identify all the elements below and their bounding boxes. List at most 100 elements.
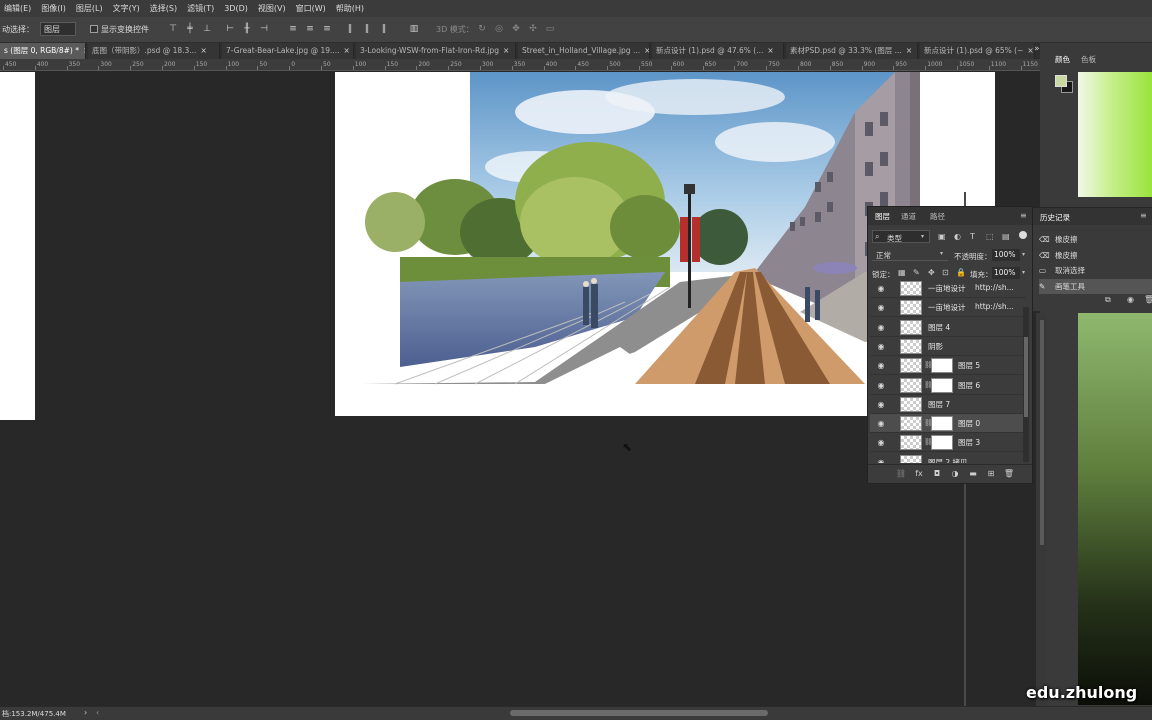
document-tab[interactable]: 新点设计 (1).psd @ 47.6% (... × [652, 43, 784, 59]
layer-name[interactable]: 图层 2 拷贝 [928, 457, 968, 463]
panel-menu-icon[interactable]: ≡ [1140, 211, 1147, 220]
eye-icon[interactable]: ◉ [876, 323, 886, 332]
close-icon[interactable]: × [767, 46, 773, 55]
layer-row[interactable]: ◉ 一亩地设计 http://sh... [870, 279, 1026, 298]
tab-channels[interactable]: 通道 [901, 211, 916, 222]
horizontal-scrollbar-thumb[interactable] [510, 710, 768, 716]
auto-align-icon[interactable]: ▥ [408, 23, 420, 35]
lock-artboard-icon[interactable]: ⊡ [942, 268, 949, 277]
document-tab[interactable]: 3-Looking-WSW-from-Flat-Iron-Rd.jpg × [356, 43, 516, 59]
layer-row[interactable]: ◉ 阴影 [870, 337, 1026, 356]
show-transform-checkbox[interactable] [90, 25, 98, 33]
layer-row[interactable]: ◉ ⛓ 图层 5 [870, 356, 1026, 376]
filter-adjustment-icon[interactable]: ◐ [954, 232, 961, 241]
status-menu-arrow-icon[interactable]: › [84, 708, 87, 717]
delete-layer-icon[interactable]: 🗑 [1003, 469, 1015, 478]
chevron-down-icon[interactable]: ▾ [1022, 251, 1025, 258]
3d-scale-icon[interactable]: ▭ [544, 23, 556, 35]
new-document-from-state-icon[interactable]: ⧉ [1105, 295, 1111, 305]
history-panel-title[interactable]: 历史记录 [1040, 212, 1070, 223]
distribute-bottom-icon[interactable]: ≡ [321, 23, 333, 35]
layer-name[interactable]: 图层 5 [958, 360, 980, 371]
document-canvas-left[interactable] [0, 72, 35, 420]
align-bottom-icon[interactable]: ⊥ [201, 23, 213, 35]
3d-slide-icon[interactable]: ✣ [527, 23, 539, 35]
menu-item[interactable]: 滤镜(T) [187, 3, 214, 14]
color-swatches[interactable] [1055, 75, 1073, 93]
eye-icon[interactable]: ◉ [876, 400, 886, 409]
foreground-color-swatch[interactable] [1055, 75, 1067, 87]
lock-all-icon[interactable]: 🔒 [956, 268, 966, 277]
tab-paths[interactable]: 路径 [930, 211, 945, 222]
panel-scrollbar-thumb[interactable] [1040, 320, 1044, 545]
panel-menu-icon[interactable]: ≡ [1020, 211, 1027, 220]
filter-pixel-icon[interactable]: ▣ [938, 232, 946, 241]
close-icon[interactable]: × [83, 46, 85, 55]
layer-row[interactable]: ◉ ⛓ 图层 3 [870, 433, 1026, 453]
close-icon[interactable]: × [200, 46, 206, 55]
layer-mask-thumbnail[interactable] [931, 416, 953, 432]
menu-item[interactable]: 帮助(H) [336, 3, 364, 14]
layer-name[interactable]: 一亩地设计 [928, 302, 966, 313]
document-tab[interactable]: 新点设计 (1).psd @ 65% (~ × [920, 43, 1035, 59]
eye-icon[interactable]: ◉ [876, 361, 886, 370]
align-right-icon[interactable]: ⊣ [258, 23, 270, 35]
eye-icon[interactable]: ◉ [876, 303, 886, 312]
menu-item[interactable]: 选择(S) [150, 3, 177, 14]
layer-thumbnail[interactable] [900, 396, 922, 412]
layer-name[interactable]: 阴影 [928, 341, 943, 352]
layer-thumbnail[interactable] [900, 435, 922, 451]
delete-state-icon[interactable]: 🗑 [1144, 295, 1152, 304]
tab-color[interactable]: 颜色 [1055, 54, 1070, 65]
layer-mask-thumbnail[interactable] [931, 435, 953, 451]
blend-mode-dropdown[interactable]: 正常 ▾ [872, 248, 948, 261]
tab-swatches[interactable]: 色板 [1081, 54, 1096, 65]
eye-icon[interactable]: ◉ [876, 342, 886, 351]
close-icon[interactable]: × [344, 46, 350, 55]
layer-row[interactable]: ◉ 一亩地设计 http://sh... [870, 298, 1026, 318]
menu-item[interactable]: 视图(V) [258, 3, 286, 14]
layers-scrollbar-thumb[interactable] [1024, 337, 1028, 417]
layer-name[interactable]: 图层 3 [958, 437, 980, 448]
menu-item[interactable]: 窗口(W) [296, 3, 326, 14]
close-icon[interactable]: × [503, 46, 509, 55]
layer-thumbnail[interactable] [900, 416, 922, 432]
document-tab[interactable]: 素材PSD.psd @ 33.3% (图层 ... × [786, 43, 918, 59]
eye-icon[interactable]: ◉ [876, 381, 886, 390]
history-state[interactable]: ✎ 画笔工具 [1039, 278, 1152, 294]
scroll-left-arrow-icon[interactable]: ‹ [96, 708, 99, 717]
align-vcenter-icon[interactable]: ╪ [184, 23, 196, 35]
eye-icon[interactable]: ◉ [876, 458, 886, 463]
distribute-left-icon[interactable]: ‖ [344, 23, 356, 35]
history-state[interactable]: ⌫ 橡皮擦 [1039, 248, 1152, 263]
lock-position-icon[interactable]: ✥ [928, 268, 935, 277]
menu-item[interactable]: 编辑(E) [4, 3, 31, 14]
menu-item[interactable]: 图层(L) [76, 3, 103, 14]
layer-mask-thumbnail[interactable] [931, 358, 953, 374]
layer-thumbnail[interactable] [900, 300, 922, 316]
opacity-input[interactable]: 100% [992, 249, 1020, 261]
close-icon[interactable]: × [906, 46, 912, 55]
close-icon[interactable]: × [1027, 46, 1033, 55]
document-tab[interactable]: s (图层 0, RGB/8#) * × [0, 43, 86, 59]
layer-name[interactable]: 图层 6 [958, 380, 980, 391]
eye-icon[interactable]: ◉ [876, 419, 886, 428]
tab-layers[interactable]: 图层 [875, 211, 890, 222]
3d-rotate-icon[interactable]: ↻ [476, 23, 488, 35]
snapshot-icon[interactable]: ◉ [1127, 295, 1134, 304]
layer-row[interactable]: ◉ ⛓ 图层 0 [870, 414, 1026, 434]
new-layer-icon[interactable]: ⊞ [985, 469, 997, 478]
color-gradient-ramp[interactable] [1078, 313, 1152, 705]
3d-roll-icon[interactable]: ◎ [493, 23, 505, 35]
layer-row[interactable]: ◉ ⛓ 图层 6 [870, 376, 1026, 395]
document-tab[interactable]: 7-Great-Bear-Lake.jpg @ 19.... × [222, 43, 354, 59]
layer-name[interactable]: 一亩地设计 [928, 283, 966, 294]
filter-smart-object-icon[interactable]: ▤ [1002, 232, 1010, 241]
layer-thumbnail[interactable] [900, 281, 922, 296]
filter-type-icon[interactable]: T [970, 232, 975, 241]
distribute-vcenter-icon[interactable]: ≡ [304, 23, 316, 35]
layers-scrollbar[interactable] [1023, 307, 1029, 462]
filter-toggle-icon[interactable] [1019, 231, 1027, 239]
fill-input[interactable]: 100% [992, 267, 1020, 279]
layer-row[interactable]: ◉ 图层 7 [870, 395, 1026, 414]
